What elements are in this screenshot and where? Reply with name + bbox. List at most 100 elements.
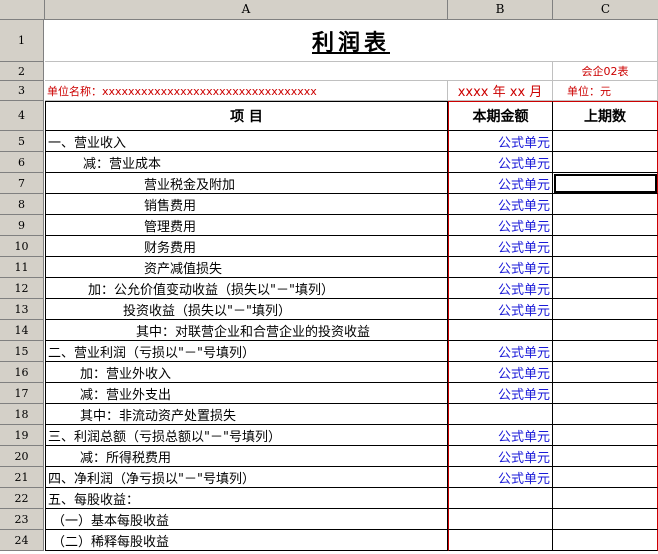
header-current-amount[interactable]: 本期金额	[448, 101, 553, 131]
previous-amount-cell[interactable]	[553, 194, 658, 215]
column-header-c[interactable]: C	[553, 0, 658, 20]
current-amount-cell[interactable]: 公式单元	[448, 194, 553, 215]
current-amount-cell[interactable]: 公式单元	[448, 446, 553, 467]
row-header-14[interactable]: 14	[0, 320, 44, 341]
line-item-label[interactable]: （一）基本每股收益	[45, 509, 448, 530]
current-amount-cell[interactable]: 公式单元	[448, 152, 553, 173]
statement-row: 投资收益（损失以"－"填列） 公式单元	[45, 299, 658, 320]
current-amount-cell[interactable]: 公式单元	[448, 257, 553, 278]
line-item-label[interactable]: 销售费用	[45, 194, 448, 215]
current-amount-cell[interactable]: 公式单元	[448, 215, 553, 236]
unit-name[interactable]: 单位名称：xxxxxxxxxxxxxxxxxxxxxxxxxxxxxxxxx	[45, 81, 448, 101]
line-item-label[interactable]: 减：营业外支出	[45, 383, 448, 404]
report-period[interactable]: xxxx 年 xx 月	[448, 81, 553, 101]
header-previous-amount[interactable]: 上期数	[553, 101, 658, 131]
previous-amount-cell[interactable]	[553, 530, 658, 551]
previous-amount-cell[interactable]	[553, 299, 658, 320]
current-amount-cell[interactable]: 公式单元	[448, 383, 553, 404]
cell-a2[interactable]	[45, 62, 448, 81]
current-amount-cell[interactable]	[448, 530, 553, 551]
line-item-label[interactable]: 投资收益（损失以"－"填列）	[45, 299, 448, 320]
current-amount-cell[interactable]	[448, 404, 553, 425]
previous-amount-cell[interactable]	[553, 320, 658, 341]
row-header-23[interactable]: 23	[0, 509, 44, 530]
row-header-1[interactable]: 1	[0, 20, 44, 62]
current-amount-cell[interactable]	[448, 488, 553, 509]
previous-amount-cell[interactable]	[553, 404, 658, 425]
previous-amount-cell[interactable]	[553, 467, 658, 488]
row-header-2[interactable]: 2	[0, 62, 44, 81]
current-amount-cell[interactable]: 公式单元	[448, 362, 553, 383]
row-header-22[interactable]: 22	[0, 488, 44, 509]
current-amount-cell[interactable]: 公式单元	[448, 299, 553, 320]
row-header-15[interactable]: 15	[0, 341, 44, 362]
previous-amount-cell[interactable]	[553, 488, 658, 509]
current-amount-cell[interactable]: 公式单元	[448, 341, 553, 362]
column-header-a[interactable]: A	[45, 0, 448, 20]
selected-previous-amount-cell[interactable]	[553, 173, 658, 194]
row-header-10[interactable]: 10	[0, 236, 44, 257]
row-header-4[interactable]: 4	[0, 101, 44, 131]
previous-amount-cell[interactable]	[553, 278, 658, 299]
row-header-9[interactable]: 9	[0, 215, 44, 236]
row-header-18[interactable]: 18	[0, 404, 44, 425]
current-amount-cell[interactable]	[448, 320, 553, 341]
line-item-label[interactable]: 管理费用	[45, 215, 448, 236]
current-amount-cell[interactable]: 公式单元	[448, 131, 553, 152]
previous-amount-cell[interactable]	[553, 257, 658, 278]
report-title[interactable]: 利润表	[45, 20, 658, 62]
row-header-3[interactable]: 3	[0, 81, 44, 101]
row-header-8[interactable]: 8	[0, 194, 44, 215]
line-item-label[interactable]: 三、利润总额（亏损总额以"－"号填列）	[45, 425, 448, 446]
line-item-label[interactable]: 减：营业成本	[45, 152, 448, 173]
line-item-label[interactable]: 减：所得税费用	[45, 446, 448, 467]
current-amount-cell[interactable]: 公式单元	[448, 425, 553, 446]
previous-amount-cell[interactable]	[553, 383, 658, 404]
column-header-b[interactable]: B	[448, 0, 553, 20]
line-item-label[interactable]: 其中：对联营企业和合营企业的投资收益	[45, 320, 448, 341]
previous-amount-cell[interactable]	[553, 446, 658, 467]
previous-amount-cell[interactable]	[553, 215, 658, 236]
line-item-label[interactable]: 四、净利润（净亏损以"－"号填列）	[45, 467, 448, 488]
row-header-11[interactable]: 11	[0, 257, 44, 278]
form-code[interactable]: 会企02表	[553, 62, 658, 81]
current-amount-cell[interactable]: 公式单元	[448, 467, 553, 488]
statement-row: 四、净利润（净亏损以"－"号填列） 公式单元	[45, 467, 658, 488]
row-header-12[interactable]: 12	[0, 278, 44, 299]
row-header-16[interactable]: 16	[0, 362, 44, 383]
previous-amount-cell[interactable]	[553, 236, 658, 257]
line-item-label[interactable]: 二、营业利润（亏损以"－"号填列）	[45, 341, 448, 362]
row-header-13[interactable]: 13	[0, 299, 44, 320]
line-item-label[interactable]: 其中：非流动资产处置损失	[45, 404, 448, 425]
row-header-20[interactable]: 20	[0, 446, 44, 467]
currency-unit[interactable]: 单位：元	[553, 81, 658, 101]
current-amount-cell[interactable]: 公式单元	[448, 278, 553, 299]
line-item-label[interactable]: 资产减值损失	[45, 257, 448, 278]
line-item-label[interactable]: 加：营业外收入	[45, 362, 448, 383]
line-item-label[interactable]: 一、营业收入	[45, 131, 448, 152]
row-header-6[interactable]: 6	[0, 152, 44, 173]
line-item-label[interactable]: 营业税金及附加	[45, 173, 448, 194]
previous-amount-cell[interactable]	[553, 131, 658, 152]
line-item-label[interactable]: 五、每股收益：	[45, 488, 448, 509]
row-header-24[interactable]: 24	[0, 530, 44, 551]
previous-amount-cell[interactable]	[553, 425, 658, 446]
previous-amount-cell[interactable]	[553, 152, 658, 173]
row-header-5[interactable]: 5	[0, 131, 44, 152]
line-item-label[interactable]: 加：公允价值变动收益（损失以"－"填列）	[45, 278, 448, 299]
select-all-corner[interactable]	[0, 0, 45, 20]
previous-amount-cell[interactable]	[553, 509, 658, 530]
header-item[interactable]: 项 目	[45, 101, 448, 131]
current-amount-cell[interactable]: 公式单元	[448, 173, 553, 194]
row-header-21[interactable]: 21	[0, 467, 44, 488]
cell-b2[interactable]	[448, 62, 553, 81]
previous-amount-cell[interactable]	[553, 362, 658, 383]
line-item-label[interactable]: 财务费用	[45, 236, 448, 257]
current-amount-cell[interactable]: 公式单元	[448, 236, 553, 257]
row-header-17[interactable]: 17	[0, 383, 44, 404]
row-header-19[interactable]: 19	[0, 425, 44, 446]
line-item-label[interactable]: （二）稀释每股收益	[45, 530, 448, 551]
current-amount-cell[interactable]	[448, 509, 553, 530]
row-header-7[interactable]: 7	[0, 173, 44, 194]
previous-amount-cell[interactable]	[553, 341, 658, 362]
